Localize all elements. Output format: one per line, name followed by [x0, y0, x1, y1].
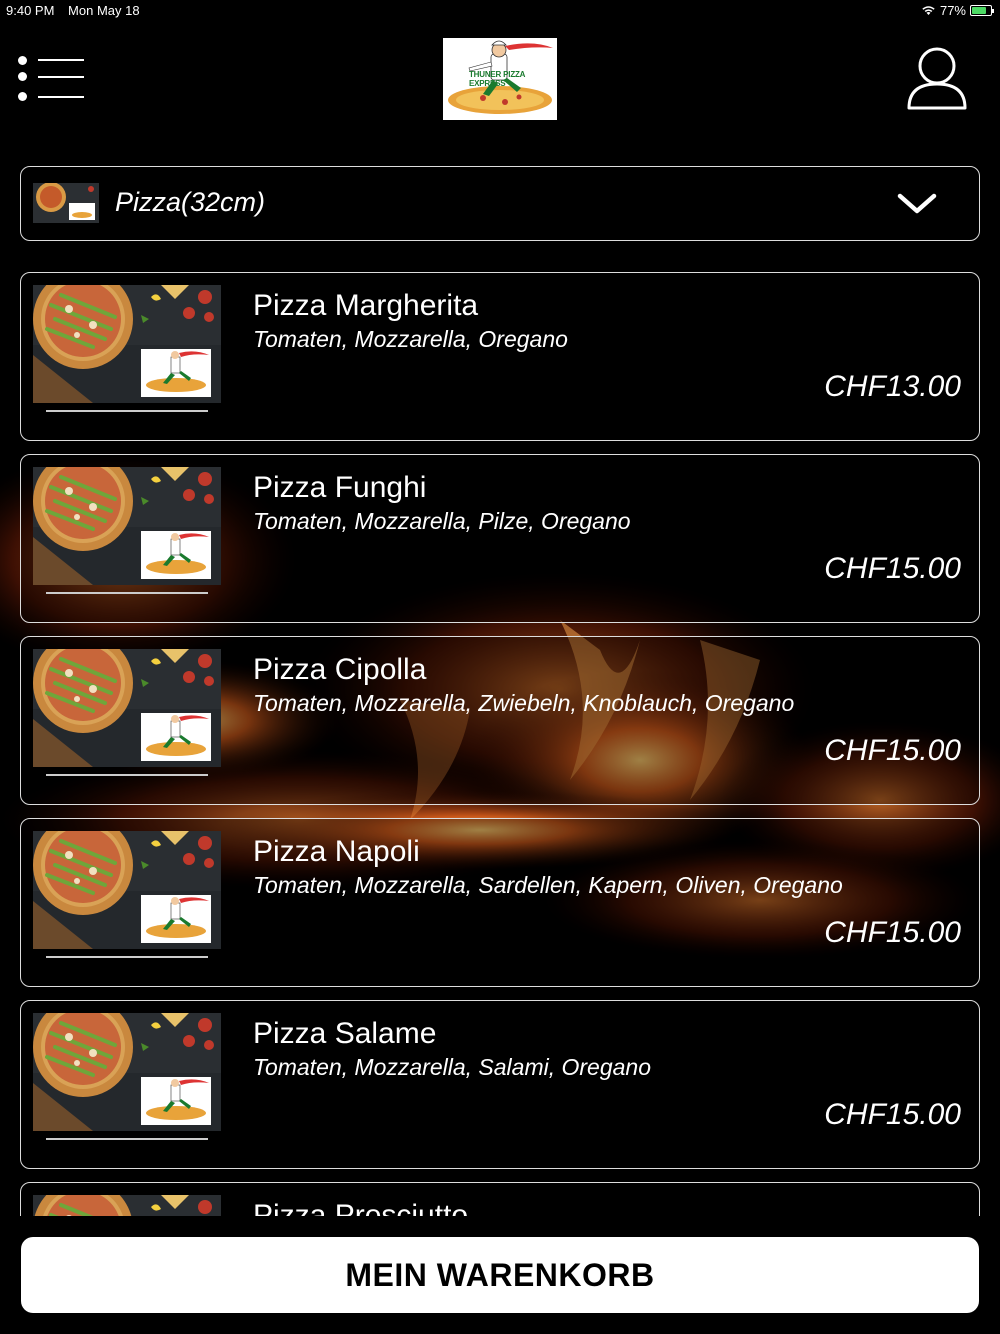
menu-line: [38, 59, 84, 61]
list-menu-icon[interactable]: [18, 52, 88, 104]
item-name: Pizza Prosciutto: [253, 1199, 469, 1216]
item-description: Tomaten, Mozzarella, Pilze, Oregano: [253, 508, 631, 534]
item-name: Pizza Salame: [253, 1017, 437, 1050]
thumbnail-divider: [46, 1138, 208, 1140]
status-right: 77%: [921, 3, 994, 18]
menu-line: [38, 96, 84, 98]
menu-item[interactable]: Pizza Prosciutto: [20, 1182, 980, 1216]
item-price: CHF15.00: [824, 552, 961, 585]
menu-item[interactable]: Pizza Napoli Tomaten, Mozzarella, Sardel…: [20, 818, 980, 987]
menu-item[interactable]: Pizza Funghi Tomaten, Mozzarella, Pilze,…: [20, 454, 980, 623]
cart-button[interactable]: MEIN WARENKORB: [21, 1237, 979, 1313]
status-left: 9:40 PM Mon May 18: [6, 3, 150, 18]
chevron-down-icon[interactable]: [897, 193, 937, 215]
menu-line: [38, 76, 84, 78]
item-description: Tomaten, Mozzarella, Zwiebeln, Knoblauch…: [253, 690, 795, 716]
item-description: Tomaten, Mozzarella, Oregano: [253, 326, 568, 352]
category-dropdown[interactable]: Pizza(32cm): [20, 166, 980, 241]
thumbnail-divider: [46, 774, 208, 776]
item-thumbnail: [33, 1195, 221, 1216]
menu-dot: [18, 92, 27, 101]
item-price: CHF15.00: [824, 916, 961, 949]
item-name: Pizza Margherita: [253, 289, 479, 322]
item-price: CHF15.00: [824, 734, 961, 767]
item-name: Pizza Napoli: [253, 835, 420, 868]
status-date: Mon May 18: [68, 3, 140, 18]
item-thumbnail: [33, 467, 221, 585]
wifi-icon: [922, 6, 935, 15]
category-thumbnail: [33, 183, 99, 223]
menu-dot: [18, 56, 27, 65]
item-name: Pizza Cipolla: [253, 653, 427, 686]
item-description: Tomaten, Mozzarella, Sardellen, Kapern, …: [253, 872, 843, 898]
item-thumbnail: [33, 649, 221, 767]
battery-icon: [970, 5, 994, 16]
brand-logo: THUNER PIZZA EXPRESS: [443, 38, 557, 120]
status-time: 9:40 PM: [6, 3, 55, 18]
item-price: CHF15.00: [824, 1098, 961, 1131]
thumbnail-divider: [46, 956, 208, 958]
item-thumbnail: [33, 1013, 221, 1131]
thumbnail-divider: [46, 592, 208, 594]
category-label: Pizza(32cm): [115, 187, 266, 217]
menu-item[interactable]: Pizza Cipolla Tomaten, Mozzarella, Zwieb…: [20, 636, 980, 805]
status-bar: 9:40 PM Mon May 18 77%: [0, 0, 1000, 22]
item-thumbnail: [33, 285, 221, 403]
menu-dot: [18, 72, 27, 81]
battery-fill: [972, 7, 986, 14]
logo-text: THUNER PIZZA EXPRESS: [469, 70, 525, 88]
thumbnail-divider: [46, 410, 208, 412]
menu-item[interactable]: Pizza Salame Tomaten, Mozzarella, Salami…: [20, 1000, 980, 1169]
battery-percent: 77%: [939, 3, 966, 18]
menu-item-list[interactable]: Pizza Margherita Tomaten, Mozzarella, Or…: [20, 272, 980, 1216]
user-icon[interactable]: [906, 46, 968, 110]
menu-item[interactable]: Pizza Margherita Tomaten, Mozzarella, Or…: [20, 272, 980, 441]
item-thumbnail: [33, 831, 221, 949]
item-description: Tomaten, Mozzarella, Salami, Oregano: [253, 1054, 652, 1080]
item-price: CHF13.00: [824, 370, 961, 403]
item-name: Pizza Funghi: [253, 471, 427, 504]
